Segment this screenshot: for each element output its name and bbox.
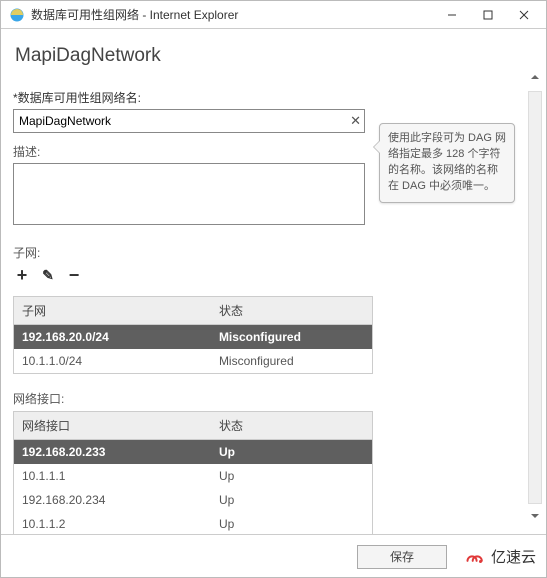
- window-title: 数据库可用性组网络 - Internet Explorer: [31, 6, 434, 23]
- close-button[interactable]: [506, 3, 542, 27]
- save-button[interactable]: 保存: [357, 545, 447, 569]
- status-col-header: 状态: [211, 412, 373, 440]
- edit-subnet-button[interactable]: ✎: [39, 267, 57, 284]
- brand-logo-icon: [461, 544, 487, 570]
- table-row[interactable]: 10.1.1.2Up: [14, 512, 373, 534]
- cell: Up: [211, 440, 373, 465]
- ie-logo-icon: [9, 7, 25, 23]
- cell: 192.168.20.233: [14, 440, 211, 465]
- description-textarea[interactable]: [13, 163, 365, 225]
- cell: Up: [211, 464, 373, 488]
- cell: 10.1.1.0/24: [14, 349, 211, 374]
- table-row[interactable]: 192.168.20.0/24Misconfigured: [14, 325, 373, 350]
- scrollbar[interactable]: [524, 29, 546, 534]
- cell: 192.168.20.234: [14, 488, 211, 512]
- scroll-up-icon[interactable]: [530, 69, 540, 87]
- subnet-col-header: 子网: [14, 297, 211, 325]
- brand-watermark: 亿速云: [461, 544, 536, 570]
- interface-section-label: 网络接口:: [13, 390, 514, 407]
- window-controls: [434, 3, 542, 27]
- scroll-down-icon[interactable]: [530, 508, 540, 526]
- cell: 10.1.1.2: [14, 512, 211, 534]
- table-row[interactable]: 192.168.20.234Up: [14, 488, 373, 512]
- subnet-section-label: 子网:: [13, 244, 514, 261]
- cell: Misconfigured: [211, 349, 373, 374]
- name-field-label: *数据库可用性组网络名:: [13, 89, 514, 106]
- cell: Misconfigured: [211, 325, 373, 350]
- cell: Up: [211, 488, 373, 512]
- footer-bar: 保存 亿速云: [1, 534, 546, 578]
- subnet-table: 子网 状态 192.168.20.0/24Misconfigured10.1.1…: [13, 296, 373, 374]
- table-row[interactable]: 192.168.20.233Up: [14, 440, 373, 465]
- status-col-header: 状态: [211, 297, 373, 325]
- cell: Up: [211, 512, 373, 534]
- scroll-track[interactable]: [528, 91, 542, 504]
- subnet-toolbar: + ✎ −: [13, 265, 514, 286]
- remove-subnet-button[interactable]: −: [65, 265, 83, 286]
- table-row[interactable]: 10.1.1.1Up: [14, 464, 373, 488]
- cell: 192.168.20.0/24: [14, 325, 211, 350]
- content-area: MapiDagNetwork *数据库可用性组网络名: ✕ 描述: 子网: + …: [1, 29, 524, 534]
- network-name-input[interactable]: [13, 109, 365, 133]
- interface-col-header: 网络接口: [14, 412, 211, 440]
- page-title: MapiDagNetwork: [15, 45, 514, 67]
- clear-input-icon[interactable]: ✕: [350, 113, 361, 129]
- interface-table: 网络接口 状态 192.168.20.233Up10.1.1.1Up192.16…: [13, 411, 373, 534]
- maximize-button[interactable]: [470, 3, 506, 27]
- help-tooltip: 使用此字段可为 DAG 网络指定最多 128 个字符的名称。该网络的名称在 DA…: [379, 123, 515, 203]
- minimize-button[interactable]: [434, 3, 470, 27]
- window-titlebar: 数据库可用性组网络 - Internet Explorer: [1, 1, 546, 29]
- table-row[interactable]: 10.1.1.0/24Misconfigured: [14, 349, 373, 374]
- add-subnet-button[interactable]: +: [13, 265, 31, 286]
- cell: 10.1.1.1: [14, 464, 211, 488]
- brand-text: 亿速云: [491, 546, 536, 567]
